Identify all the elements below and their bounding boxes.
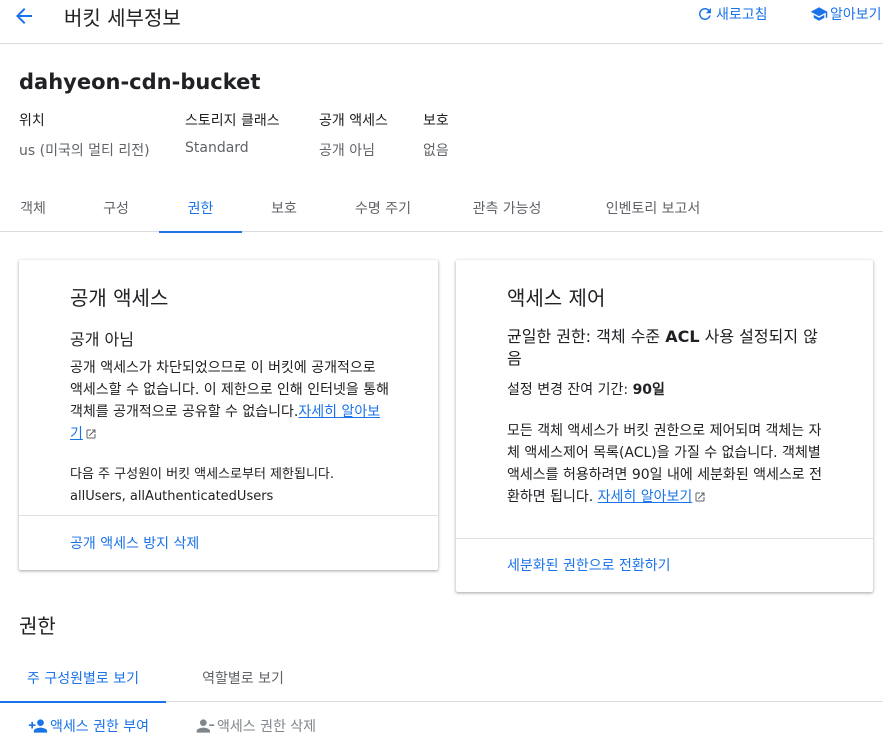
grant-access-button[interactable]: 액세스 권한 부여 [28, 716, 149, 736]
meta-label: 위치 [19, 113, 45, 129]
school-icon [810, 7, 828, 21]
bucket-tabs: 객체 구성 권한 보호 수명 주기 관측 가능성 인벤토리 보고서 [0, 186, 883, 233]
public-access-card: 공개 액세스 공개 아님 공개 액세스가 차단되었으므로 이 버킷에 공개적으로… [19, 260, 438, 570]
app-header: 버킷 세부정보 새로고침 알아보기 [0, 0, 883, 44]
card-title: 액세스 제어 [507, 286, 606, 310]
tab-view-by-principals[interactable]: 주 구성원별로 보기 [0, 657, 166, 703]
person-remove-icon [196, 719, 215, 733]
restricted-principals: allUsers, allAuthenticatedUsers [70, 489, 274, 504]
tab-lifecycle[interactable]: 수명 주기 [330, 186, 436, 232]
meta-value: us (미국의 멀티 리전) [19, 143, 150, 159]
meta-public-access: 공개 액세스 공개 아님 [319, 110, 388, 160]
restricted-note: 다음 주 구성원이 버킷 액세스로부터 제한됩니다. [70, 467, 334, 482]
meta-value: Standard [185, 140, 249, 156]
grant-access-label: 액세스 권한 부여 [50, 719, 150, 735]
meta-value: 공개 아님 [319, 143, 375, 159]
external-link-icon [86, 429, 96, 439]
card-title: 공개 액세스 [70, 286, 169, 310]
remove-access-label: 액세스 권한 삭제 [217, 719, 317, 735]
external-link-icon [695, 492, 705, 502]
learn-button[interactable]: 알아보기 [810, 4, 882, 24]
tab-view-by-roles[interactable]: 역할별로 보기 [175, 657, 311, 702]
refresh-button[interactable]: 새로고침 [696, 4, 768, 24]
access-control-card: 액세스 제어 균일한 권한: 객체 수준 ACL 사용 설정되지 않 음 설정 … [456, 260, 873, 592]
meta-location: 위치 us (미국의 멀티 리전) [19, 110, 150, 160]
page-title: 버킷 세부정보 [64, 6, 181, 30]
public-access-description: 공개 액세스가 차단되었으므로 이 버킷에 공개적으로 액세스할 수 없습니다.… [70, 357, 430, 445]
mode-prefix: 균일한 권한: 객체 수준 [507, 327, 666, 346]
tab-objects[interactable]: 객체 [0, 186, 66, 232]
tab-observability[interactable]: 관측 가능성 [447, 186, 567, 232]
description-line: 객체를 공개적으로 공유할 수 없습니다. [70, 404, 299, 420]
public-access-status: 공개 아님 [70, 330, 134, 349]
refresh-label: 새로고침 [716, 7, 768, 23]
mode-suffix: 사용 설정되지 않 [699, 327, 818, 346]
description-line: 체 액세스제어 목록(ACL)을 가질 수 없습니다. 객체별 [507, 445, 821, 461]
learn-label: 알아보기 [830, 7, 882, 23]
refresh-icon [698, 7, 711, 20]
meta-label: 보호 [423, 113, 449, 129]
learn-more-link-continued[interactable]: 기 [70, 426, 83, 442]
back-arrow-icon[interactable] [12, 4, 36, 28]
learn-more-link[interactable]: 자세히 알아보기 [598, 489, 693, 505]
description-line: 공개 액세스가 차단되었으므로 이 버킷에 공개적으로 [70, 360, 376, 376]
tab-protection[interactable]: 보호 [245, 186, 323, 232]
card-divider [19, 515, 438, 516]
description-line: 모든 객체 액세스가 버킷 권한으로 제어되며 객체는 자 [507, 423, 822, 439]
mode-line2: 음 [507, 349, 522, 368]
tab-inventory-reports[interactable]: 인벤토리 보고서 [578, 186, 728, 232]
meta-label: 공개 액세스 [319, 113, 388, 129]
meta-protection: 보호 없음 [423, 110, 449, 160]
permissions-title: 권한 [19, 614, 56, 638]
permissions-view-tabs: 주 구성원별로 보기 역할별로 보기 [0, 657, 883, 703]
switch-to-fine-grained-button[interactable]: 세분화된 권한으로 전환하기 [507, 555, 670, 575]
person-add-icon [28, 719, 48, 733]
meta-label: 스토리지 클래스 [185, 113, 280, 129]
learn-more-link[interactable]: 자세히 알아보 [298, 404, 380, 420]
access-control-mode: 균일한 권한: 객체 수준 ACL 사용 설정되지 않 음 [507, 326, 857, 370]
remove-public-access-prevention-button[interactable]: 공개 액세스 방지 삭제 [70, 533, 199, 553]
tab-configuration[interactable]: 구성 [76, 186, 156, 232]
remaining-period: 설정 변경 잔여 기간: 90일 [507, 379, 665, 401]
bucket-name: dahyeon-cdn-bucket [19, 70, 261, 94]
access-control-description: 모든 객체 액세스가 버킷 권한으로 제어되며 객체는 자 체 액세스제어 목록… [507, 420, 867, 508]
mode-acl: ACL [665, 327, 700, 346]
remaining-label: 설정 변경 잔여 기간: [507, 382, 633, 398]
tab-permissions[interactable]: 권한 [159, 186, 242, 233]
meta-storage-class: 스토리지 클래스 Standard [185, 110, 280, 156]
remove-access-button[interactable]: 액세스 권한 삭제 [195, 716, 316, 736]
card-divider [456, 538, 873, 539]
description-line: 환하면 됩니다. [507, 489, 598, 505]
meta-value: 없음 [423, 143, 449, 159]
remaining-value: 90일 [632, 382, 665, 398]
description-line: 액세스를 허용하려면 90일 내에 세분화된 액세스로 전 [507, 467, 822, 483]
description-line: 액세스할 수 없습니다. 이 제한으로 인해 인터넷을 통해 [70, 382, 389, 398]
